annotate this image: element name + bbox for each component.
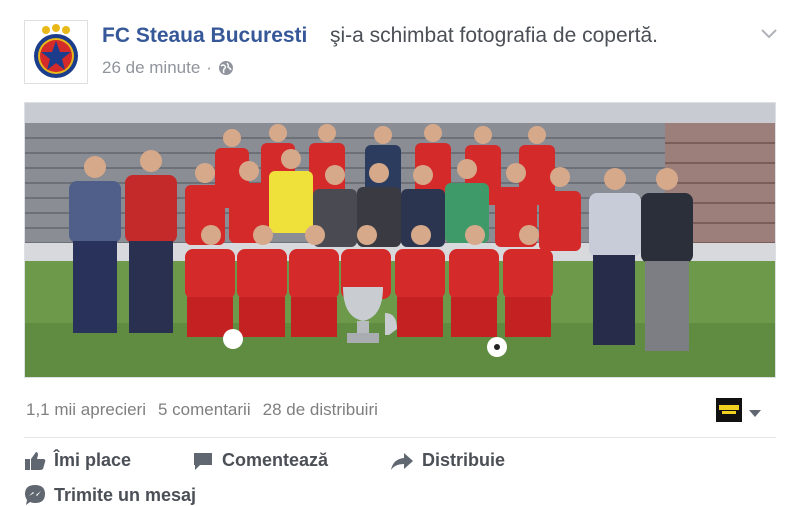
- likes-count[interactable]: 1,1 mii aprecieri: [26, 400, 146, 420]
- send-message-label: Trimite un mesaj: [54, 484, 197, 505]
- comment-button[interactable]: Comentează: [192, 450, 328, 471]
- thumbs-up-icon: [25, 451, 46, 470]
- facebook-post-card: FC Steaua Bucuresti şi-a schimbat fotogr…: [0, 0, 800, 506]
- cover-photo[interactable]: [24, 102, 776, 378]
- post-timestamp[interactable]: 26 de minute: [102, 58, 200, 78]
- steaua-crest-logo: [34, 24, 78, 78]
- like-button[interactable]: Îmi place: [24, 450, 131, 471]
- page-name-link[interactable]: FC Steaua Bucuresti: [102, 24, 307, 48]
- send-message-button[interactable]: Trimite un mesaj: [24, 484, 196, 506]
- page-selector-caret[interactable]: [748, 405, 762, 417]
- share-label: Distribuie: [422, 450, 506, 470]
- page-selector-avatar[interactable]: [716, 398, 742, 422]
- comments-count[interactable]: 5 comentarii: [158, 400, 251, 420]
- post-meta: 26 de minute ·: [102, 58, 234, 78]
- messenger-icon: [25, 485, 45, 505]
- post-options-button[interactable]: [758, 26, 780, 42]
- share-arrow-icon: [391, 452, 413, 470]
- team-photo-image: [25, 103, 775, 377]
- divider: [24, 437, 776, 438]
- post-stats: 1,1 mii aprecieri 5 comentarii 28 de dis…: [26, 400, 378, 420]
- like-label: Îmi place: [54, 450, 132, 470]
- page-avatar[interactable]: [24, 20, 88, 84]
- chevron-down-icon: [761, 29, 777, 39]
- post-action-text: şi-a schimbat fotografia de copertă.: [330, 24, 659, 47]
- caret-down-icon: [749, 410, 761, 417]
- share-button[interactable]: Distribuie: [390, 450, 505, 471]
- meta-separator: ·: [206, 58, 212, 77]
- globe-icon[interactable]: [218, 60, 234, 76]
- sport-logo-icon: [719, 405, 739, 414]
- shares-count[interactable]: 28 de distribuiri: [263, 400, 378, 420]
- comment-icon: [194, 452, 212, 470]
- comment-label: Comentează: [222, 450, 329, 470]
